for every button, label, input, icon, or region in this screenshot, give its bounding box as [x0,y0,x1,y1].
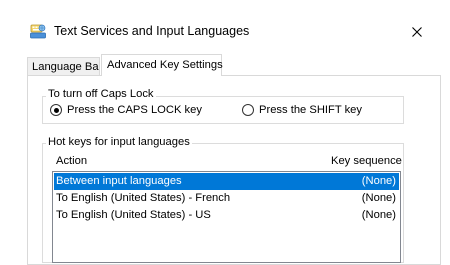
table-row[interactable]: To English (United States) - US (None) [54,207,399,224]
title-bar[interactable]: Text Services and Input Languages [0,0,450,50]
radio-unchecked-icon [242,104,254,116]
action-column-header[interactable]: Action [56,154,87,168]
table-row[interactable]: Between input languages (None) [54,173,399,190]
key-sequence-column-header[interactable]: Key sequence [331,154,402,168]
caps-lock-key-radio-label: Press the CAPS LOCK key [67,104,202,116]
action-cell: To English (United States) - US [56,209,211,221]
close-button[interactable] [401,16,433,48]
action-cell: To English (United States) - French [56,192,231,204]
action-cell: Between input languages [56,175,182,187]
key-sequence-cell: (None) [361,192,396,204]
tab-language-bar[interactable]: Language Bar [27,57,100,75]
tab-advanced-key-settings[interactable]: Advanced Key Settings [101,54,223,76]
hot-keys-group-label: Hot keys for input languages [46,136,192,149]
close-icon [412,27,422,37]
key-sequence-cell: (None) [361,209,396,221]
keyboard-globe-icon [30,23,46,39]
key-sequence-cell: (None) [361,175,396,187]
window-title: Text Services and Input Languages [54,24,250,38]
shift-key-radio-label: Press the SHIFT key [259,104,362,116]
radio-checked-icon [50,104,62,116]
table-row[interactable]: To English (United States) - French (Non… [54,190,399,207]
hot-keys-list[interactable]: Between input languages (None) To Englis… [52,171,401,263]
dialog-window: Text Services and Input Languages Langua… [0,0,450,265]
caps-lock-group-label: To turn off Caps Lock [46,88,156,101]
radio-dot [53,107,59,113]
